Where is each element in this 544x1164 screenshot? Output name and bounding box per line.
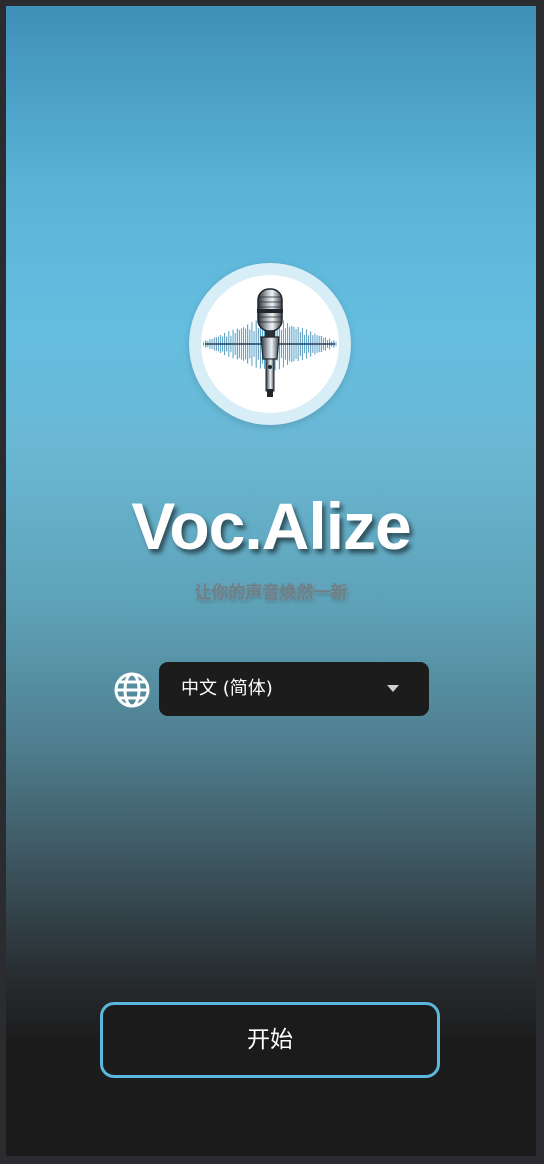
app-title: Voc.Alize	[131, 489, 412, 563]
start-button[interactable]: 开始	[100, 1002, 440, 1078]
welcome-screen: Voc.Alize 让你的声音焕然一新 中文 (简体) 开始	[6, 6, 536, 1156]
language-dropdown[interactable]: 中文 (简体)	[159, 662, 429, 716]
device-frame: Voc.Alize 让你的声音焕然一新 中文 (简体) 开始	[0, 0, 544, 1164]
microphone-soundwave-icon	[201, 275, 339, 413]
app-tagline: 让你的声音焕然一新	[194, 583, 348, 603]
globe-icon	[113, 671, 151, 709]
caret-down-icon	[387, 685, 399, 692]
language-selected-value: 中文 (简体)	[181, 678, 273, 699]
app-logo	[189, 263, 351, 425]
